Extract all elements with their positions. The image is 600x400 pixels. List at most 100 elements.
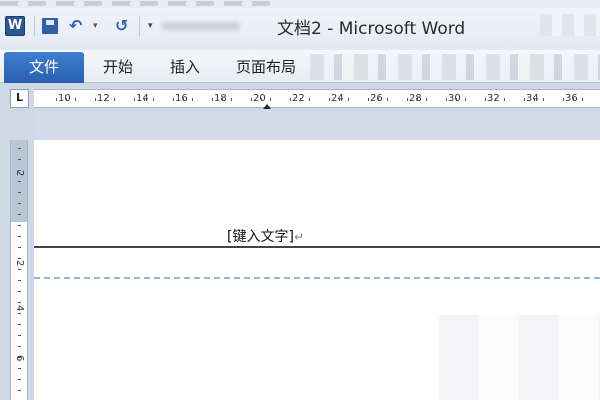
word-app-icon[interactable]: W [5, 16, 25, 36]
ruler-minor-tick [387, 98, 389, 101]
save-icon[interactable] [42, 18, 58, 34]
ruler-minor-tick [18, 357, 21, 358]
indent-marker-icon[interactable] [263, 104, 271, 109]
window-controls-blurred [540, 14, 600, 36]
vertical-ruler-label: 4 [14, 305, 25, 312]
ruler-minor-tick [504, 98, 506, 101]
blurred-region [0, 1, 270, 6]
toolbar-separator [139, 16, 140, 36]
tab-selector-button[interactable]: L [10, 89, 29, 108]
horizontal-ruler[interactable]: 10 12 14 16 18 20 22 24 26 28 30 32 34 36 [34, 89, 600, 108]
tab-file[interactable]: 文件 [4, 52, 84, 83]
ruler-minor-tick [328, 98, 330, 101]
ruler-minor-tick [18, 192, 21, 193]
undo-dropdown-icon[interactable]: ▾ [93, 16, 98, 36]
ruler-minor-tick [18, 170, 21, 171]
ruler-minor-tick [562, 98, 564, 101]
ruler-label: 24 [331, 93, 344, 104]
ruler-minor-tick [348, 98, 350, 101]
ruler-minor-tick [18, 302, 21, 303]
tab-page-layout[interactable]: 页面布局 [236, 52, 296, 83]
tab-home[interactable]: 开始 [103, 52, 133, 83]
ruler-minor-tick [18, 203, 21, 204]
ruler-minor-tick [455, 98, 457, 101]
redo-icon[interactable]: ↺ [115, 16, 128, 36]
ruler-label: 30 [448, 93, 461, 104]
ruler-minor-tick [18, 225, 21, 226]
ruler-minor-tick [416, 98, 418, 101]
ruler-minor-tick [270, 98, 272, 101]
ruler-minor-tick [231, 98, 233, 101]
ruler-label: 22 [292, 93, 305, 104]
ruler-minor-tick [18, 236, 21, 237]
ruler-minor-tick [18, 214, 21, 215]
ruler-label: 16 [175, 93, 188, 104]
ruler-minor-tick [445, 98, 447, 101]
toolbar-separator [34, 16, 35, 36]
header-border-line [34, 246, 600, 248]
ruler-label: 10 [58, 93, 71, 104]
ruler-minor-tick [65, 98, 67, 101]
ruler-minor-tick [18, 379, 21, 380]
vertical-ruler-label: 2 [14, 260, 25, 267]
ruler-minor-tick [153, 98, 155, 101]
ruler-label: 14 [136, 93, 149, 104]
ruler-minor-tick [572, 98, 574, 101]
window-title: 文档2 - Microsoft Word [277, 19, 466, 39]
ruler-minor-tick [18, 368, 21, 369]
ruler-minor-tick [18, 159, 21, 160]
header-boundary-dashed [34, 277, 600, 279]
ruler-minor-tick [18, 324, 21, 325]
ruler-minor-tick [114, 98, 116, 101]
ruler-minor-tick [18, 181, 21, 182]
blurred-region [439, 315, 600, 400]
tab-insert[interactable]: 插入 [170, 52, 200, 83]
ruler-label: 32 [487, 93, 500, 104]
ruler-minor-tick [289, 98, 291, 101]
vertical-ruler-label: 6 [14, 355, 25, 362]
blurred-tabs [310, 54, 600, 80]
ruler-minor-tick [182, 98, 184, 101]
ruler-minor-tick [250, 98, 252, 101]
ruler-minor-tick [75, 98, 77, 101]
ruler-minor-tick [94, 98, 96, 101]
ruler-minor-tick [465, 98, 467, 101]
ruler-label: 26 [370, 93, 383, 104]
ruler-minor-tick [426, 98, 428, 101]
document-page[interactable]: [键入文字]↵ [34, 140, 600, 400]
ruler-label: 12 [97, 93, 110, 104]
ruler-minor-tick [221, 98, 223, 101]
ruler-minor-tick [55, 98, 57, 101]
ruler-minor-tick [523, 98, 525, 101]
ruler-label: 28 [409, 93, 422, 104]
ruler-minor-tick [377, 98, 379, 101]
ruler-minor-tick [172, 98, 174, 101]
ruler-minor-tick [299, 98, 301, 101]
ruler-minor-tick [18, 313, 21, 314]
ruler-label: 34 [526, 93, 539, 104]
ruler-minor-tick [494, 98, 496, 101]
ruler-minor-tick [18, 280, 21, 281]
ruler-minor-tick [18, 335, 21, 336]
ruler-minor-tick [133, 98, 135, 101]
ruler-minor-tick [18, 148, 21, 149]
customize-toolbar-icon[interactable]: ▾ [148, 16, 153, 36]
ruler-minor-tick [18, 269, 21, 270]
ruler-minor-tick [260, 98, 262, 101]
ruler-minor-tick [543, 98, 545, 101]
ruler-minor-tick [192, 98, 194, 101]
header-placeholder[interactable]: [键入文字]↵ [227, 226, 304, 246]
ruler-minor-tick [338, 98, 340, 101]
ruler-minor-tick [18, 258, 21, 259]
undo-icon[interactable]: ↶ [69, 16, 82, 36]
ruler-minor-tick [484, 98, 486, 101]
ruler-minor-tick [18, 247, 21, 248]
ruler-minor-tick [143, 98, 145, 101]
ruler-minor-tick [104, 98, 106, 101]
vertical-ruler[interactable]: 2246 [10, 140, 28, 400]
page-top-gap [34, 110, 600, 140]
ruler-minor-tick [367, 98, 369, 101]
header-placeholder-text[interactable]: [键入文字] [227, 229, 294, 245]
ruler-minor-tick [211, 98, 213, 101]
ruler-label: 18 [214, 93, 227, 104]
